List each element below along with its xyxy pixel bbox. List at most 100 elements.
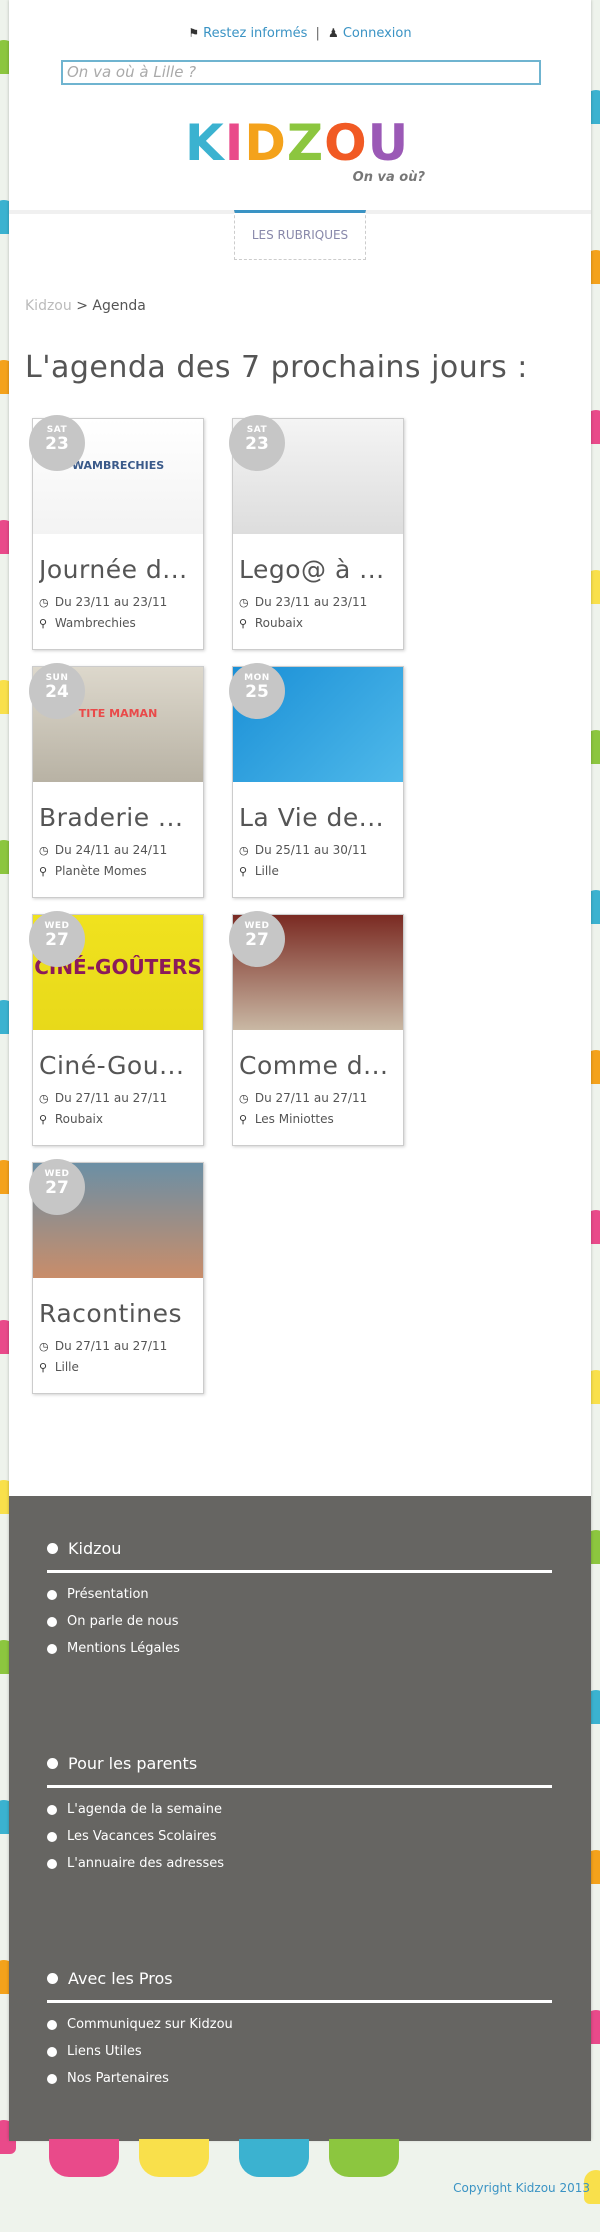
date-badge: WED 27 bbox=[29, 1159, 85, 1215]
map-marker-icon: ⚲ bbox=[39, 1361, 48, 1374]
date-badge: WED 27 bbox=[229, 911, 285, 967]
footer-link[interactable]: Présentation bbox=[47, 1581, 552, 1608]
footer-link[interactable]: Communiquez sur Kidzou bbox=[47, 2011, 552, 2038]
logo-letter: O bbox=[324, 114, 368, 172]
clock-icon: ◷ bbox=[39, 1340, 49, 1353]
event-card[interactable]: WED 27 Comme d... ◷ Du 27/11 au 27/11 ⚲ Les … bbox=[229, 911, 404, 1146]
search-input[interactable]: On va où à Lille ? bbox=[61, 60, 541, 85]
bullet-icon bbox=[47, 1589, 57, 1600]
footer-link[interactable]: On parle de nous bbox=[47, 1608, 552, 1635]
footer-link-text: Les Vacances Scolaires bbox=[67, 1829, 217, 1844]
date-badge: SAT 23 bbox=[29, 415, 85, 471]
bullet-icon bbox=[47, 1542, 58, 1554]
bullet-icon bbox=[47, 1757, 58, 1769]
logo-letter: I bbox=[224, 114, 245, 172]
bookmark-icon: ⚑ bbox=[188, 26, 200, 40]
bullet-icon bbox=[47, 2073, 57, 2084]
footer-link[interactable]: Mentions Légales bbox=[47, 1635, 552, 1662]
event-place-text: Roubaix bbox=[54, 1112, 103, 1126]
event-place-text: Roubaix bbox=[254, 616, 303, 630]
footer-link[interactable]: Nos Partenaires bbox=[47, 2065, 552, 2092]
event-title[interactable]: Lego@ à ... bbox=[239, 555, 401, 584]
event-card[interactable]: TITE MAMAN SUN 24 Braderie ... ◷ Du 24/11 au… bbox=[29, 663, 204, 898]
footer-link-text: Liens Utiles bbox=[67, 2044, 142, 2059]
kidzou-logo[interactable]: KIDZOU On va où? bbox=[185, 118, 425, 198]
event-place-text: Wambrechies bbox=[54, 616, 136, 630]
event-title[interactable]: Journée d... bbox=[39, 555, 201, 584]
date-badge-day: 27 bbox=[45, 930, 69, 950]
cupcake-decoration bbox=[329, 2139, 399, 2177]
event-title[interactable]: Comme d... bbox=[239, 1051, 401, 1080]
map-marker-icon: ⚲ bbox=[39, 617, 48, 630]
footer-section-title-text: Kidzou bbox=[68, 1538, 122, 1558]
bullet-icon bbox=[47, 1858, 57, 1869]
footer-divider bbox=[47, 1785, 552, 1788]
bullet-icon bbox=[47, 1616, 57, 1627]
footer-link-text: On parle de nous bbox=[67, 1614, 179, 1629]
map-marker-icon: ⚲ bbox=[39, 865, 48, 878]
footer-link-text: L'annuaire des adresses bbox=[67, 1856, 225, 1871]
clock-icon: ◷ bbox=[39, 844, 49, 857]
event-card[interactable]: WAMBRECHIES SAT 23 Journée d... ◷ Du 23/11 a… bbox=[29, 415, 204, 650]
date-badge: WED 27 bbox=[29, 911, 85, 967]
event-title[interactable]: La Vie de... bbox=[239, 803, 401, 832]
newsletter-link[interactable]: ⚑ Restez informés bbox=[188, 26, 307, 41]
date-badge: SUN 24 bbox=[29, 663, 85, 719]
event-dates-text: Du 24/11 au 24/11 bbox=[54, 843, 168, 857]
date-badge-day: 24 bbox=[45, 682, 69, 702]
event-dates: ◷ Du 27/11 au 27/11 bbox=[39, 1091, 167, 1105]
event-dates-text: Du 23/11 au 23/11 bbox=[54, 595, 168, 609]
top-links: ⚑ Restez informés | ♟ Connexion bbox=[9, 26, 591, 41]
bullet-icon bbox=[47, 2019, 57, 2030]
date-badge: MON 25 bbox=[229, 663, 285, 719]
footer-link[interactable]: Les Vacances Scolaires bbox=[47, 1823, 552, 1850]
login-link[interactable]: ♟ Connexion bbox=[328, 26, 412, 41]
date-badge-day: 27 bbox=[45, 1178, 69, 1198]
event-title[interactable]: Ciné-Gou... bbox=[39, 1051, 201, 1080]
footer: Kidzou Présentation On parle de nous Mentio… bbox=[9, 1496, 591, 2141]
logo-letter: D bbox=[244, 114, 287, 172]
event-place-text: Planète Momes bbox=[54, 864, 147, 878]
event-dates-text: Du 25/11 au 30/11 bbox=[254, 843, 368, 857]
footer-link-text: L'agenda de la semaine bbox=[67, 1802, 222, 1817]
clock-icon: ◷ bbox=[239, 844, 249, 857]
breadcrumb-current: Agenda bbox=[92, 298, 146, 314]
footer-divider bbox=[47, 1570, 552, 1573]
footer-link[interactable]: L'annuaire des adresses bbox=[47, 1850, 552, 1877]
date-badge: SAT 23 bbox=[229, 415, 285, 471]
bullet-icon bbox=[47, 1831, 57, 1842]
separator: | bbox=[315, 26, 320, 41]
footer-section-title: Kidzou bbox=[47, 1536, 552, 1560]
rubriques-menu-button[interactable]: LES RUBRIQUES bbox=[234, 210, 366, 260]
event-place: ⚲ Planète Momes bbox=[39, 864, 147, 878]
bullet-icon bbox=[47, 1643, 57, 1654]
cupcake-decoration bbox=[49, 2139, 119, 2177]
breadcrumb-home-link[interactable]: Kidzou bbox=[25, 298, 72, 314]
event-dates: ◷ Du 27/11 au 27/11 bbox=[239, 1091, 367, 1105]
footer-link-text: Mentions Légales bbox=[67, 1641, 180, 1656]
event-dates-text: Du 23/11 au 23/11 bbox=[254, 595, 368, 609]
footer-link-text: Communiquez sur Kidzou bbox=[67, 2017, 233, 2032]
event-card[interactable]: WED 27 Racontines ◷ Du 27/11 au 27/11 ⚲ Lill… bbox=[29, 1159, 204, 1394]
event-dates: ◷ Du 23/11 au 23/11 bbox=[239, 595, 367, 609]
clock-icon: ◷ bbox=[239, 596, 249, 609]
event-card[interactable]: SAT 23 Lego@ à ... ◷ Du 23/11 au 23/11 ⚲ Rou… bbox=[229, 415, 404, 650]
footer-link-text: Nos Partenaires bbox=[67, 2071, 169, 2086]
footer-link[interactable]: Liens Utiles bbox=[47, 2038, 552, 2065]
cupcake-decoration bbox=[139, 2139, 209, 2177]
event-card[interactable]: CINÉ-GOÛTERS WED 27 Ciné-Gou... ◷ Du 27/11 a… bbox=[29, 911, 204, 1146]
event-title[interactable]: Braderie ... bbox=[39, 803, 201, 832]
footer-section: Pour les parents L'agenda de la semaine Le… bbox=[47, 1751, 552, 1877]
footer-link[interactable]: L'agenda de la semaine bbox=[47, 1796, 552, 1823]
clock-icon: ◷ bbox=[39, 596, 49, 609]
event-place: ⚲ Roubaix bbox=[239, 616, 303, 630]
event-place: ⚲ Lille bbox=[39, 1360, 79, 1374]
footer-section-title: Avec les Pros bbox=[47, 1966, 552, 1990]
bullet-icon bbox=[47, 1804, 57, 1815]
event-place: ⚲ Les Miniottes bbox=[239, 1112, 334, 1126]
footer-section: Avec les Pros Communiquez sur Kidzou Liens… bbox=[47, 1966, 552, 2092]
event-place: ⚲ Wambrechies bbox=[39, 616, 136, 630]
event-card[interactable]: MON 25 La Vie de... ◷ Du 25/11 au 30/11 ⚲ Li… bbox=[229, 663, 404, 898]
event-dates: ◷ Du 27/11 au 27/11 bbox=[39, 1339, 167, 1353]
event-title[interactable]: Racontines bbox=[39, 1299, 201, 1328]
